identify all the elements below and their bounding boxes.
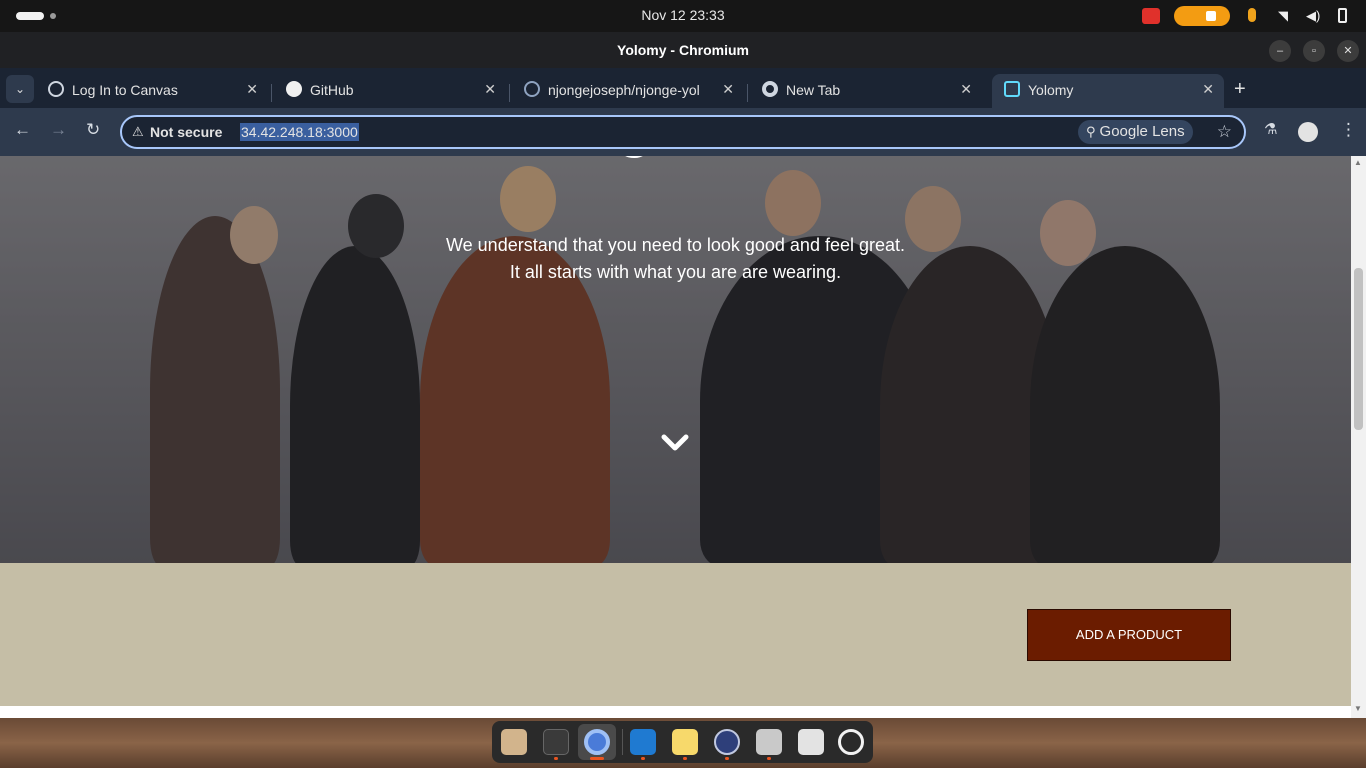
scroll-up-icon[interactable]: ▲ bbox=[1354, 158, 1362, 167]
dock bbox=[492, 721, 873, 763]
files-icon[interactable] bbox=[501, 729, 527, 755]
hero-overlay bbox=[0, 156, 1351, 563]
repo-icon bbox=[524, 81, 540, 97]
menu-kebab-icon[interactable]: ⋮ bbox=[1340, 120, 1357, 140]
system-top-bar: Nov 12 23:33 ◥ ◀) bbox=[0, 0, 1366, 32]
tab-label: Yolomy bbox=[1028, 82, 1074, 98]
add-product-button[interactable]: ADD A PRODUCT bbox=[1027, 609, 1231, 661]
tab-github[interactable]: GitHub ✕ bbox=[274, 74, 506, 108]
bookmark-star-icon[interactable]: ☆ bbox=[1217, 122, 1232, 142]
running-indicator bbox=[683, 757, 687, 760]
text-editor-icon[interactable] bbox=[672, 729, 698, 755]
trash-icon[interactable] bbox=[798, 729, 824, 755]
search-icon: ⚲ bbox=[1086, 124, 1096, 139]
minimize-button[interactable]: – bbox=[1269, 40, 1291, 62]
ubuntu-icon[interactable] bbox=[838, 729, 864, 755]
dock-separator bbox=[622, 729, 623, 755]
running-indicator bbox=[725, 757, 729, 760]
battery-icon[interactable] bbox=[1338, 8, 1347, 23]
new-tab-button[interactable]: + bbox=[1234, 78, 1246, 101]
tab-divider bbox=[509, 84, 510, 102]
chromium-icon[interactable] bbox=[584, 729, 610, 755]
labs-flask-icon[interactable]: ⚗ bbox=[1264, 120, 1277, 138]
tab-new-tab[interactable]: New Tab ✕ bbox=[750, 74, 982, 108]
tab-divider bbox=[747, 84, 748, 102]
microphone-icon[interactable] bbox=[1248, 8, 1256, 22]
tab-label: Log In to Canvas bbox=[72, 82, 178, 98]
address-bar[interactable]: ⚠ Not secure 34.42.248.18:3000 ⚲ Google L… bbox=[120, 115, 1246, 149]
volume-icon[interactable]: ◀) bbox=[1306, 8, 1320, 24]
tab-strip: ⌄ Log In to Canvas ✕ GitHub ✕ njongejose… bbox=[0, 68, 1366, 108]
running-indicator bbox=[767, 757, 771, 760]
image-viewer-icon[interactable] bbox=[756, 729, 782, 755]
vscode-icon[interactable] bbox=[630, 729, 656, 755]
security-status[interactable]: Not secure bbox=[150, 124, 222, 140]
chrome-icon bbox=[762, 81, 778, 97]
reload-button[interactable]: ↻ bbox=[86, 120, 100, 140]
google-lens-button[interactable]: ⚲ Google Lens bbox=[1078, 120, 1193, 144]
clock[interactable]: Nov 12 23:33 bbox=[0, 7, 1366, 23]
close-tab-icon[interactable]: ✕ bbox=[960, 81, 972, 98]
running-indicator bbox=[641, 757, 645, 760]
running-indicator bbox=[554, 757, 558, 760]
globe-icon bbox=[48, 81, 64, 97]
url-text[interactable]: 34.42.248.18:3000 bbox=[240, 123, 359, 141]
page-scrollbar[interactable]: ▲ ▼ bbox=[1351, 156, 1366, 718]
terminal-icon[interactable] bbox=[543, 729, 569, 755]
close-tab-icon[interactable]: ✕ bbox=[722, 81, 734, 98]
close-tab-icon[interactable]: ✕ bbox=[484, 81, 496, 98]
window-title-bar: Yolomy - Chromium – ▫ ✕ bbox=[0, 32, 1366, 68]
screen-share-icon[interactable] bbox=[1174, 6, 1230, 26]
github-icon bbox=[286, 81, 302, 97]
maximize-button[interactable]: ▫ bbox=[1303, 40, 1325, 62]
window-title: Yolomy - Chromium bbox=[617, 42, 749, 58]
screencast-icon[interactable] bbox=[1142, 8, 1160, 24]
tab-repo[interactable]: njongejoseph/njonge-yol ✕ bbox=[512, 74, 744, 108]
warning-icon[interactable]: ⚠ bbox=[132, 124, 144, 140]
back-button[interactable]: ← bbox=[14, 120, 31, 140]
tab-canvas[interactable]: Log In to Canvas ✕ bbox=[36, 74, 268, 108]
tab-search-button[interactable]: ⌄ bbox=[6, 75, 34, 103]
lens-label: Google Lens bbox=[1099, 123, 1185, 140]
close-tab-icon[interactable]: ✕ bbox=[246, 81, 258, 98]
browser-toolbar: ← → ↻ ⚠ Not secure 34.42.248.18:3000 ⚲ Go… bbox=[0, 108, 1366, 156]
close-window-button[interactable]: ✕ bbox=[1337, 40, 1359, 62]
close-tab-icon[interactable]: ✕ bbox=[1202, 81, 1214, 98]
tab-yolomy[interactable]: Yolomy ✕ bbox=[992, 74, 1224, 108]
react-icon bbox=[1004, 81, 1020, 97]
page-viewport: We understand that you need to look good… bbox=[0, 156, 1351, 718]
tab-divider bbox=[271, 84, 272, 102]
tab-label: njongejoseph/njonge-yol bbox=[548, 82, 700, 98]
chevron-down-icon[interactable] bbox=[660, 428, 690, 458]
stop-icon[interactable] bbox=[1206, 11, 1216, 21]
hero-banner: We understand that you need to look good… bbox=[0, 156, 1351, 563]
scrollbar-thumb[interactable] bbox=[1354, 268, 1363, 430]
forward-button[interactable]: → bbox=[50, 120, 67, 140]
wifi-icon[interactable]: ◥ bbox=[1278, 8, 1288, 24]
timeshift-icon[interactable] bbox=[714, 729, 740, 755]
hero-line-1: We understand that you need to look good… bbox=[446, 235, 905, 255]
tab-label: New Tab bbox=[786, 82, 841, 98]
tab-label: GitHub bbox=[310, 82, 354, 98]
running-indicator bbox=[590, 757, 604, 760]
profile-avatar[interactable] bbox=[1298, 122, 1318, 142]
scroll-down-icon[interactable]: ▼ bbox=[1354, 704, 1362, 713]
hero-line-2: It all starts with what you are are wear… bbox=[509, 262, 842, 282]
